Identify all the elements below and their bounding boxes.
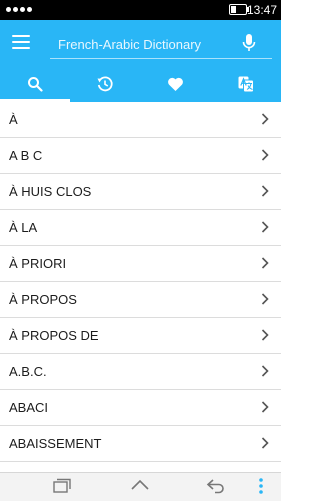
app-bar: [0, 20, 281, 102]
list-item[interactable]: À HUIS CLOS: [0, 174, 281, 210]
tab-translate[interactable]: [211, 66, 281, 102]
battery-icon: [229, 4, 249, 15]
chevron-right-icon: [261, 437, 269, 449]
list-item[interactable]: À: [0, 102, 281, 138]
recent-apps-icon[interactable]: [51, 477, 73, 495]
microphone-icon[interactable]: [240, 33, 258, 53]
word-label: À PRIORI: [9, 256, 67, 271]
word-label: À HUIS CLOS: [9, 184, 92, 199]
tab-favorites[interactable]: [141, 66, 211, 102]
list-item[interactable]: A B C: [0, 138, 281, 174]
word-label: ABAISSEMENT: [9, 436, 102, 451]
search-icon: [28, 77, 43, 92]
menu-button[interactable]: [12, 34, 32, 50]
tab-bar: [0, 66, 281, 102]
chevron-right-icon: [261, 257, 269, 269]
search-input[interactable]: [56, 32, 240, 56]
system-nav-bar: [0, 472, 281, 501]
status-bar: 13:47: [0, 0, 281, 20]
list-item[interactable]: ABAISSER: [0, 462, 281, 472]
list-item[interactable]: A.B.C.: [0, 354, 281, 390]
list-item[interactable]: ABAISSEMENT: [0, 426, 281, 462]
chevron-right-icon: [261, 185, 269, 197]
overflow-menu-icon[interactable]: [256, 477, 266, 495]
list-item[interactable]: À LA: [0, 210, 281, 246]
chevron-right-icon: [261, 293, 269, 305]
tab-search[interactable]: [0, 66, 71, 102]
search-field: [50, 28, 272, 59]
menu-icon-bar: [12, 47, 30, 49]
tab-history[interactable]: [70, 66, 140, 102]
heart-icon: [168, 77, 184, 91]
word-list: À A B C À HUIS CLOS À LA À PRIORI À PROPOS À P…: [0, 102, 281, 472]
word-label: A B C: [9, 148, 43, 163]
back-icon[interactable]: [205, 477, 227, 495]
list-item[interactable]: À PROPOS: [0, 282, 281, 318]
home-icon[interactable]: [129, 477, 151, 495]
word-label: ABACI: [9, 400, 49, 415]
list-item[interactable]: ABACI: [0, 390, 281, 426]
menu-icon-bar: [12, 41, 30, 43]
word-label: À LA: [9, 220, 38, 235]
translate-icon: [238, 76, 254, 93]
chevron-right-icon: [261, 149, 269, 161]
list-item[interactable]: À PRIORI: [0, 246, 281, 282]
status-clock: 13:47: [246, 3, 277, 17]
menu-icon: [12, 35, 30, 37]
list-item[interactable]: À PROPOS DE: [0, 318, 281, 354]
chevron-right-icon: [261, 329, 269, 341]
chevron-right-icon: [261, 221, 269, 233]
word-label: À: [9, 112, 18, 127]
word-label: À PROPOS DE: [9, 328, 99, 343]
word-label: A.B.C.: [9, 364, 47, 379]
chevron-right-icon: [261, 401, 269, 413]
history-icon: [97, 76, 113, 92]
word-label: À PROPOS: [9, 292, 77, 307]
chevron-right-icon: [261, 113, 269, 125]
chevron-right-icon: [261, 365, 269, 377]
signal-icon: [6, 7, 32, 12]
